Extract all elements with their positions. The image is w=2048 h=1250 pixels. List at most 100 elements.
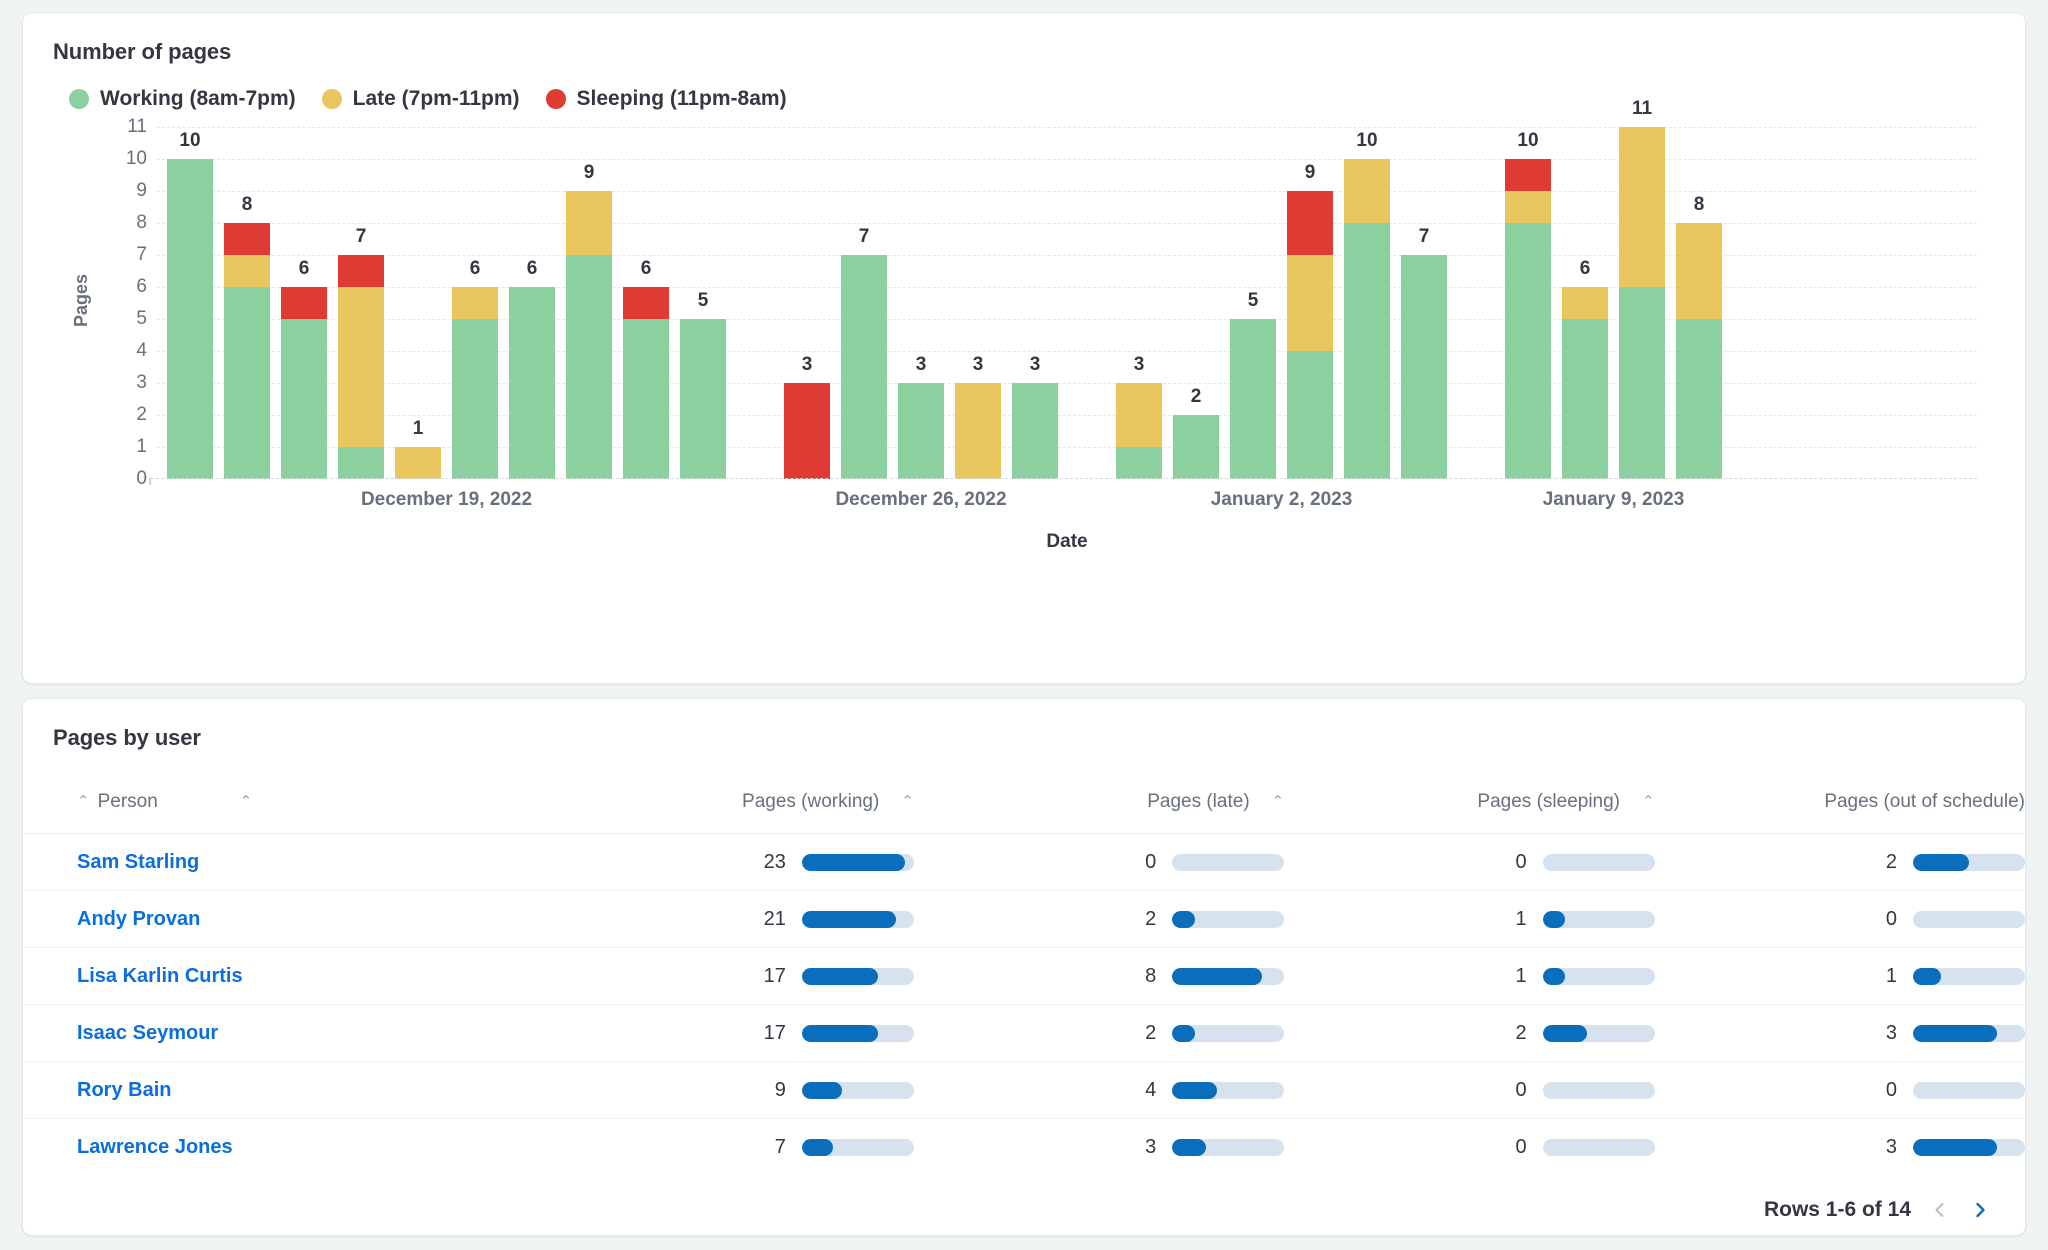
metric-bar-fill bbox=[1543, 968, 1565, 985]
bar-slot[interactable]: 2 bbox=[1173, 127, 1219, 479]
stacked-bar[interactable] bbox=[1344, 159, 1390, 479]
bar-slot[interactable]: 6 bbox=[1562, 127, 1608, 479]
bar-slot[interactable]: 10 bbox=[1344, 127, 1390, 479]
metric-bar-track bbox=[1913, 911, 2025, 928]
bar-segment-late bbox=[452, 287, 498, 319]
stacked-bar[interactable] bbox=[395, 447, 441, 479]
bar-slot[interactable]: 11 bbox=[1619, 127, 1665, 479]
bar-segment-working bbox=[1230, 319, 1276, 479]
metric-cell-sleeping: 1 bbox=[1284, 948, 1654, 1005]
bar-slot[interactable]: 9 bbox=[1287, 127, 1333, 479]
metric-cell-late: 4 bbox=[914, 1062, 1284, 1119]
bar-total-label: 6 bbox=[281, 259, 327, 278]
stacked-bar[interactable] bbox=[1562, 287, 1608, 479]
person-link[interactable]: Isaac Seymour bbox=[77, 1022, 218, 1044]
bar-slot[interactable]: 6 bbox=[623, 127, 669, 479]
stacked-bar[interactable] bbox=[1505, 159, 1551, 479]
stacked-bar[interactable] bbox=[452, 287, 498, 479]
stacked-bar[interactable] bbox=[955, 383, 1001, 479]
metric-cell-sleeping: 0 bbox=[1284, 834, 1654, 891]
stacked-bar[interactable] bbox=[1619, 127, 1665, 479]
stacked-bar[interactable] bbox=[898, 383, 944, 479]
stacked-bar[interactable] bbox=[784, 383, 830, 479]
bar-slot[interactable]: 9 bbox=[566, 127, 612, 479]
person-link[interactable]: Lawrence Jones bbox=[77, 1136, 233, 1158]
sort-ascending-icon[interactable]: ⌃ bbox=[1642, 794, 1655, 809]
bar-slot[interactable]: 7 bbox=[1401, 127, 1447, 479]
stacked-bar[interactable] bbox=[566, 191, 612, 479]
legend-item[interactable]: Working (8am-7pm) bbox=[69, 87, 296, 111]
stacked-bar[interactable] bbox=[1012, 383, 1058, 479]
bar-slot[interactable]: 7 bbox=[841, 127, 887, 479]
person-cell: Andy Provan bbox=[23, 891, 544, 948]
previous-page-button[interactable] bbox=[1929, 1199, 1951, 1221]
bar-total-label: 2 bbox=[1173, 387, 1219, 406]
x-axis-tick bbox=[149, 478, 151, 485]
bar-slot[interactable]: 8 bbox=[1676, 127, 1722, 479]
bar-slot[interactable]: 8 bbox=[224, 127, 270, 479]
stacked-bar[interactable] bbox=[1116, 383, 1162, 479]
stacked-bar[interactable] bbox=[623, 287, 669, 479]
stacked-bar[interactable] bbox=[167, 159, 213, 479]
bar-slot[interactable]: 10 bbox=[1505, 127, 1551, 479]
stacked-bar[interactable] bbox=[1401, 255, 1447, 479]
column-header-sleeping[interactable]: Pages (sleeping) ⌃ bbox=[1284, 779, 1654, 834]
bar-slot[interactable]: 10 bbox=[167, 127, 213, 479]
bar-total-label: 11 bbox=[1619, 99, 1665, 118]
bar-slot[interactable]: 6 bbox=[509, 127, 555, 479]
column-header-label: Pages (late) bbox=[1147, 791, 1249, 813]
stacked-bar[interactable] bbox=[1676, 223, 1722, 479]
bar-slot[interactable]: 5 bbox=[680, 127, 726, 479]
metric-bar-fill bbox=[802, 1139, 833, 1156]
bar-slot[interactable]: 3 bbox=[955, 127, 1001, 479]
y-tick-label: 7 bbox=[136, 244, 147, 266]
stacked-bar[interactable] bbox=[1287, 191, 1333, 479]
stacked-bar[interactable] bbox=[281, 287, 327, 479]
column-header-out[interactable]: Pages (out of schedule) bbox=[1655, 779, 2025, 834]
stacked-bar[interactable] bbox=[1173, 415, 1219, 479]
column-header-person[interactable]: ⌃Person⌃ bbox=[23, 779, 544, 834]
stacked-bar[interactable] bbox=[680, 319, 726, 479]
bar-slot[interactable]: 3 bbox=[1012, 127, 1058, 479]
stacked-bar[interactable] bbox=[509, 287, 555, 479]
column-header-late[interactable]: Pages (late) ⌃ bbox=[914, 779, 1284, 834]
stacked-bar[interactable] bbox=[224, 223, 270, 479]
person-link[interactable]: Rory Bain bbox=[77, 1079, 171, 1101]
bar-slot[interactable]: 3 bbox=[1116, 127, 1162, 479]
bar-segment-late bbox=[1562, 287, 1608, 319]
bar-slot[interactable]: 5 bbox=[1230, 127, 1276, 479]
stacked-bar[interactable] bbox=[338, 255, 384, 479]
bar-slot[interactable]: 1 bbox=[395, 127, 441, 479]
person-link[interactable]: Sam Starling bbox=[77, 851, 199, 873]
bar-segment-working bbox=[1344, 223, 1390, 479]
metric-cell-late: 0 bbox=[914, 834, 1284, 891]
metric-bar-track bbox=[802, 911, 914, 928]
table-row: Sam Starling23002 bbox=[23, 834, 2025, 891]
person-link[interactable]: Lisa Karlin Curtis bbox=[77, 965, 243, 987]
column-header-working[interactable]: Pages (working)⌃ bbox=[544, 779, 914, 834]
metric-bar-track bbox=[802, 1082, 914, 1099]
group-gap bbox=[1058, 127, 1116, 479]
bar-slot[interactable]: 3 bbox=[784, 127, 830, 479]
bar-total-label: 3 bbox=[784, 355, 830, 374]
legend-item[interactable]: Sleeping (11pm-8am) bbox=[546, 87, 787, 111]
bar-slot[interactable]: 3 bbox=[898, 127, 944, 479]
column-header-label: Pages (sleeping) bbox=[1477, 791, 1620, 813]
stacked-bar[interactable] bbox=[841, 255, 887, 479]
legend-label: Working (8am-7pm) bbox=[100, 87, 296, 111]
next-page-button[interactable] bbox=[1969, 1199, 1991, 1221]
bar-slot[interactable]: 6 bbox=[452, 127, 498, 479]
stacked-bar[interactable] bbox=[1230, 319, 1276, 479]
sort-ascending-icon[interactable]: ⌃ bbox=[240, 794, 253, 809]
sort-ascending-icon[interactable]: ⌃ bbox=[1272, 794, 1285, 809]
legend-color-dot bbox=[546, 89, 566, 109]
metric-value: 0 bbox=[1501, 1079, 1527, 1102]
person-link[interactable]: Andy Provan bbox=[77, 908, 200, 930]
bar-slot[interactable]: 7 bbox=[338, 127, 384, 479]
sort-ascending-icon[interactable]: ⌃ bbox=[901, 794, 914, 809]
bar-slot[interactable]: 6 bbox=[281, 127, 327, 479]
sort-ascending-icon[interactable]: ⌃ bbox=[77, 794, 90, 809]
legend-item[interactable]: Late (7pm-11pm) bbox=[322, 87, 520, 111]
bar-segment-working bbox=[338, 447, 384, 479]
bar-segment-working bbox=[1562, 319, 1608, 479]
